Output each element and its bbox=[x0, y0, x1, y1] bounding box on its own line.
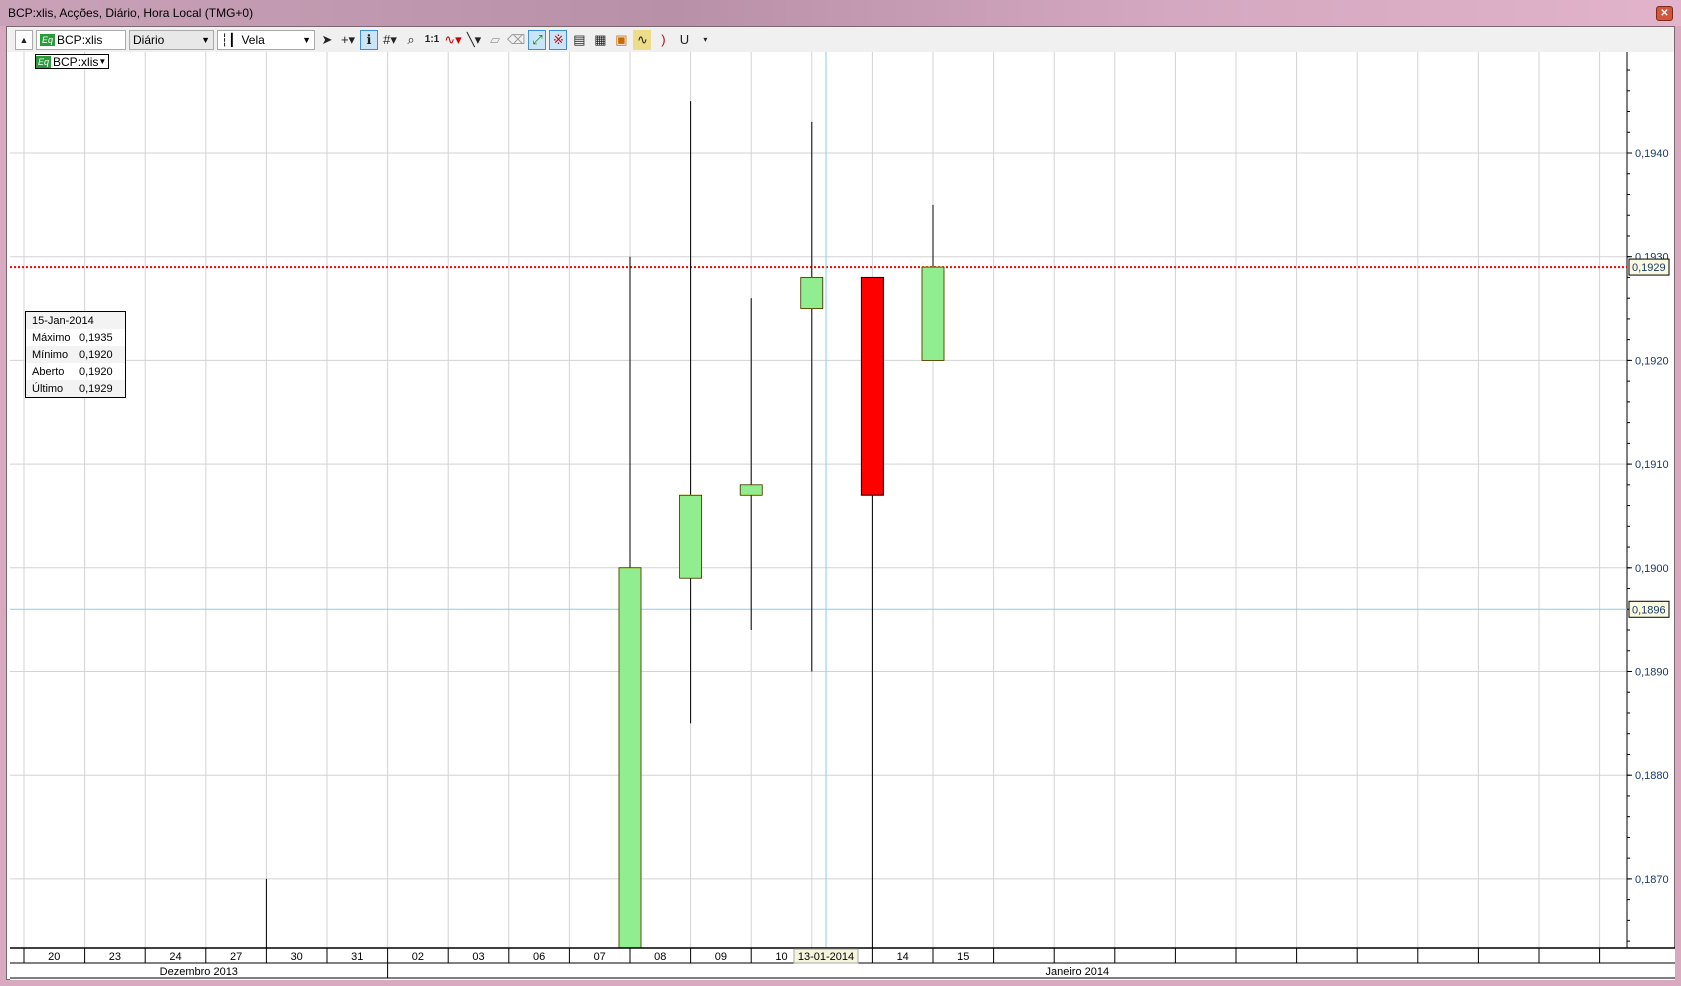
month-label: Dezembro 2013 bbox=[160, 966, 238, 978]
x-tick-label: 27 bbox=[230, 951, 242, 963]
y-tick-label: 0,1870 bbox=[1635, 874, 1669, 886]
info-value: 0,1935 bbox=[79, 331, 113, 344]
y-tick-label: 0,1940 bbox=[1635, 148, 1669, 160]
x-tick-label: 24 bbox=[169, 951, 181, 963]
y-tick-label: 0,1920 bbox=[1635, 355, 1669, 367]
candles bbox=[265, 101, 945, 983]
symbol-tag-label: BCP:xlis bbox=[53, 54, 99, 69]
x-tick-label: 02 bbox=[412, 951, 424, 963]
info-key: Último bbox=[32, 382, 64, 395]
x-tick-label: 20 bbox=[48, 951, 60, 963]
equity-badge: Eq bbox=[36, 55, 52, 68]
info-value: 0,1929 bbox=[79, 382, 113, 395]
x-tick-label: 15 bbox=[957, 951, 969, 963]
info-key: Aberto bbox=[32, 365, 65, 378]
info-value: 0,1920 bbox=[79, 348, 113, 361]
candle-up[interactable] bbox=[739, 484, 763, 496]
candle-up[interactable] bbox=[921, 266, 945, 361]
x-tick-label: 10 bbox=[775, 951, 787, 963]
x-tick-label: 09 bbox=[715, 951, 727, 963]
info-key: Máximo bbox=[32, 331, 71, 344]
symbol-tag[interactable]: Eq BCP:xlis ▼ bbox=[35, 54, 110, 69]
x-tick-label: 30 bbox=[291, 951, 303, 963]
ohlc-info-box: 15-Jan-2014 Máximo 0,1935 Mínimo 0,1920 Ab… bbox=[25, 311, 126, 398]
y-tick-label: 0,1910 bbox=[1635, 459, 1669, 471]
candle-down[interactable] bbox=[860, 276, 884, 496]
x-tick-label: 14 bbox=[897, 951, 909, 963]
crosshair-date-label: 13-01-2014 bbox=[798, 951, 854, 963]
y-tick-label: 0,1900 bbox=[1635, 563, 1669, 575]
info-row: Último 0,1929 bbox=[26, 380, 125, 397]
info-value: 0,1920 bbox=[79, 365, 113, 378]
x-tick-label: 23 bbox=[109, 951, 121, 963]
x-tick-label: 31 bbox=[351, 951, 363, 963]
candle-up[interactable] bbox=[679, 494, 703, 579]
info-date: 15-Jan-2014 bbox=[26, 312, 125, 329]
info-row: Mínimo 0,1920 bbox=[26, 346, 125, 363]
crosshair-price-label: 0,1896 bbox=[1632, 604, 1666, 616]
last-price-label: 0,1929 bbox=[1632, 262, 1666, 274]
info-row: Aberto 0,1920 bbox=[26, 363, 125, 380]
x-tick-label: 03 bbox=[472, 951, 484, 963]
x-tick-label: 08 bbox=[654, 951, 666, 963]
chevron-down-icon: ▼ bbox=[98, 57, 107, 66]
info-row: Máximo 0,1935 bbox=[26, 329, 125, 346]
candlestick-chart[interactable]: 0,1940 0,1920 0,1910 0,1900 0,1890 0,1880 0,18… bbox=[0, 0, 1681, 986]
x-tick-label: 06 bbox=[533, 951, 545, 963]
x-tick-label: 07 bbox=[594, 951, 606, 963]
month-label: Janeiro 2014 bbox=[1045, 966, 1109, 978]
y-tick-label: 0,1890 bbox=[1635, 667, 1669, 679]
candle-up[interactable] bbox=[618, 567, 642, 983]
y-tick-label: 0,1880 bbox=[1635, 770, 1669, 782]
candle-up[interactable] bbox=[800, 276, 824, 310]
info-key: Mínimo bbox=[32, 348, 69, 361]
